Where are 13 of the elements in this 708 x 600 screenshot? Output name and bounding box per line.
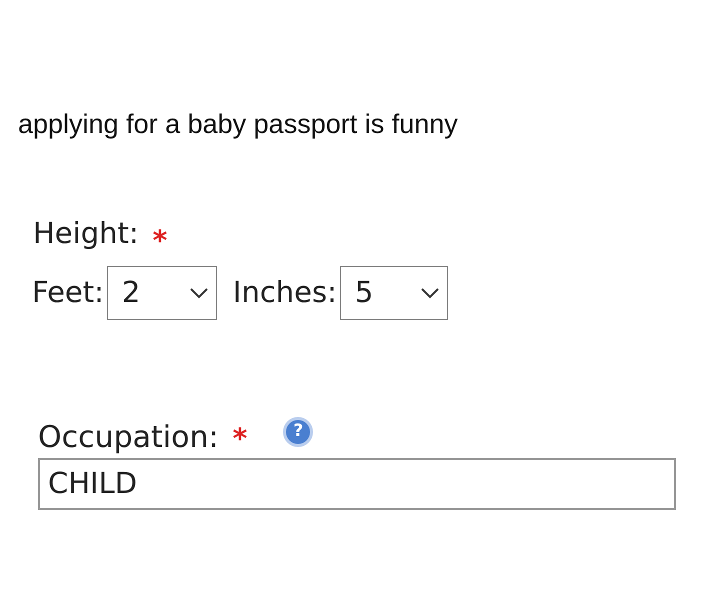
- feet-select[interactable]: 2: [106, 266, 217, 320]
- required-asterisk: *: [152, 223, 168, 259]
- chevron-down-icon: [190, 288, 208, 298]
- inches-select[interactable]: 5: [340, 266, 448, 320]
- height-label: Height:: [33, 215, 139, 252]
- occupation-label: Occupation:: [38, 418, 219, 456]
- post-caption: applying for a baby passport is funny: [18, 108, 458, 141]
- inches-label: Inches:: [232, 274, 337, 312]
- help-icon[interactable]: ?: [283, 417, 314, 447]
- feet-label: Feet:: [32, 274, 104, 312]
- required-asterisk: *: [232, 421, 248, 457]
- occupation-field[interactable]: CHILD: [38, 458, 676, 510]
- chevron-down-icon: [420, 288, 439, 298]
